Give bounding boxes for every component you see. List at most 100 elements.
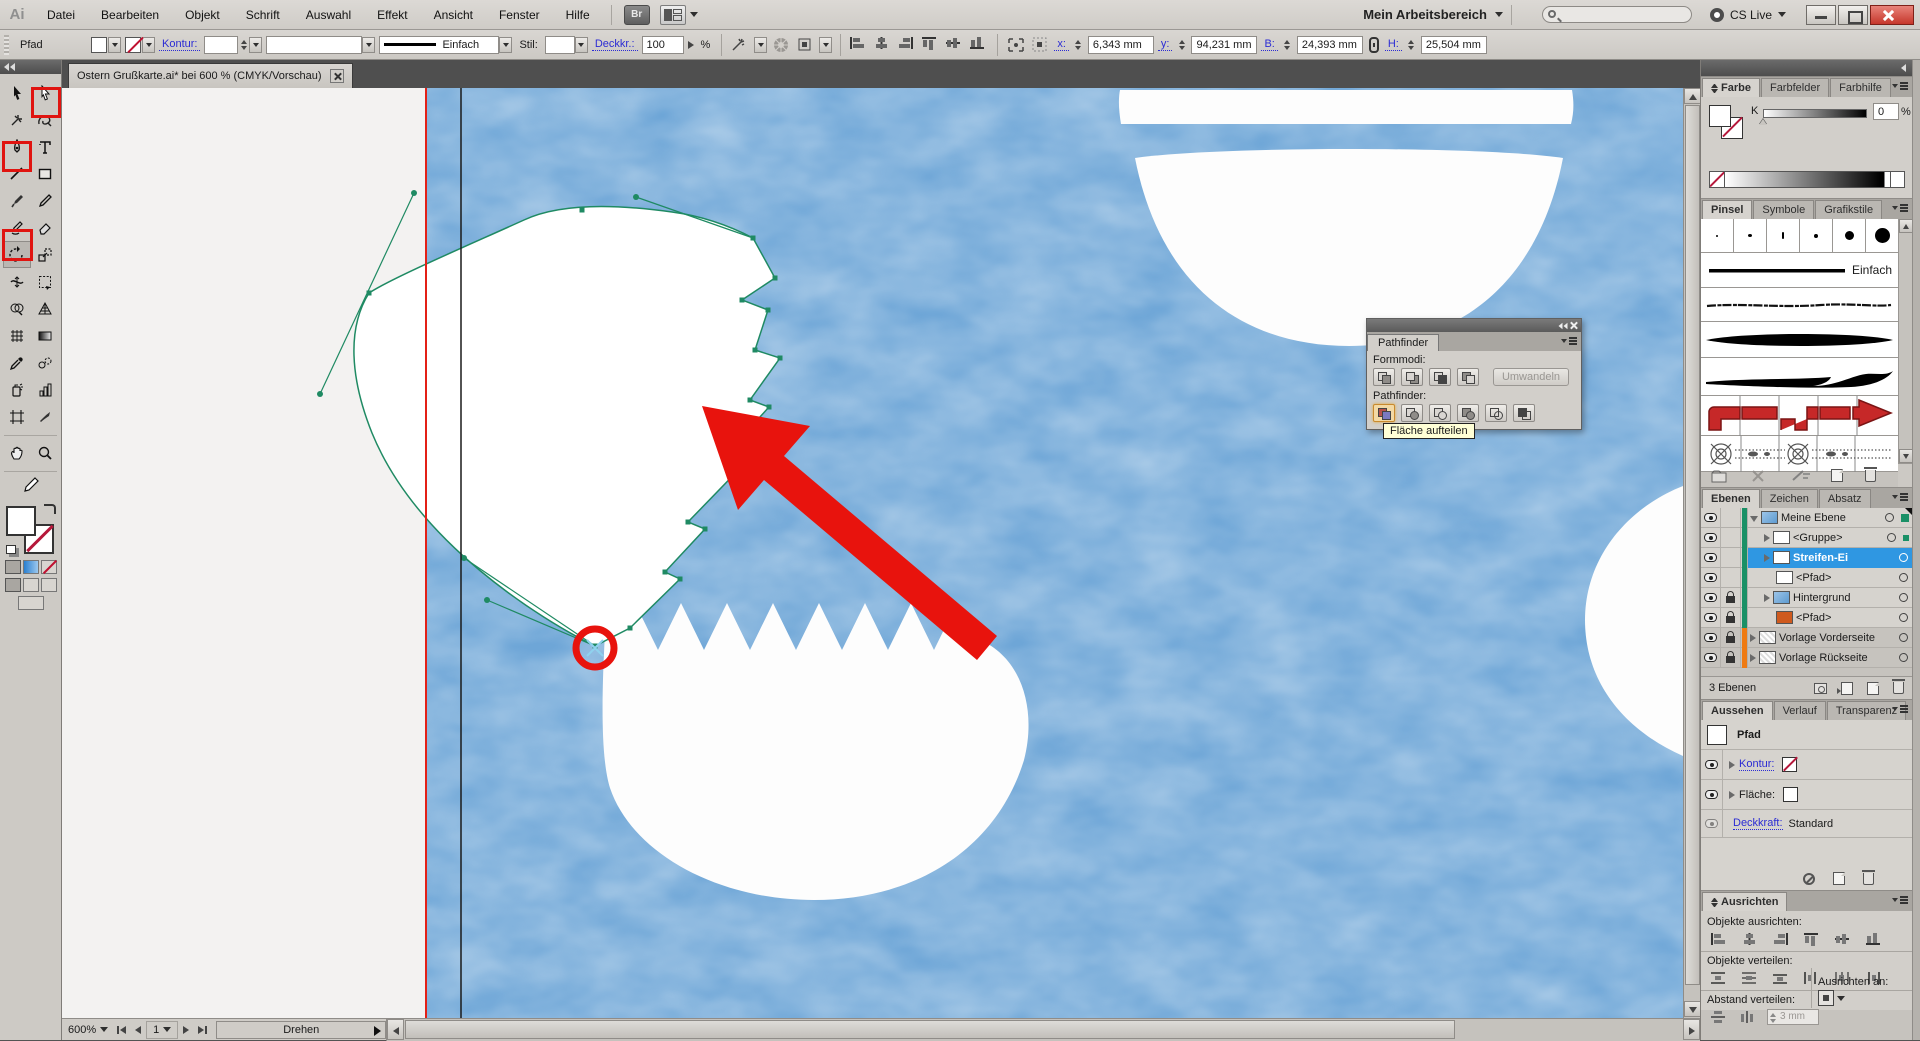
target-circle[interactable] xyxy=(1899,573,1908,582)
fill-stroke-proxy[interactable] xyxy=(1709,105,1743,139)
opacity-field[interactable]: 100 xyxy=(642,36,684,54)
fill-swatch[interactable] xyxy=(91,37,107,53)
chevron-down-icon[interactable] xyxy=(690,12,698,17)
magic-wand-tool[interactable] xyxy=(3,106,31,133)
delete-layer-icon[interactable] xyxy=(1893,682,1904,694)
charcoal-brush-row[interactable] xyxy=(1701,288,1898,322)
tab-farbe[interactable]: Farbe xyxy=(1702,78,1760,97)
stroke-weight-field[interactable] xyxy=(204,36,262,54)
free-transform-icon[interactable] xyxy=(1006,36,1026,54)
none-mode-button[interactable] xyxy=(41,560,57,574)
pathfinder-crop-button[interactable] xyxy=(1457,404,1479,422)
type-tool[interactable] xyxy=(31,133,59,160)
panel-menu-icon[interactable] xyxy=(1561,336,1577,346)
previous-artboard-button[interactable] xyxy=(130,1022,146,1038)
lock-toggle[interactable] xyxy=(1721,528,1741,548)
tab-grafikstile[interactable]: Grafikstile xyxy=(1815,200,1882,219)
expand-icon[interactable] xyxy=(1764,594,1770,602)
layer-name[interactable]: <Pfad> xyxy=(1796,612,1896,624)
align-left-button[interactable] xyxy=(1707,930,1729,947)
deckkraft-link[interactable]: Deckkraft: xyxy=(1733,817,1783,830)
align-top-button[interactable] xyxy=(921,36,941,54)
lock-toggle[interactable] xyxy=(1721,548,1741,568)
color-mode-button[interactable] xyxy=(5,560,21,574)
draw-behind-button[interactable] xyxy=(23,578,39,592)
status-display[interactable]: Drehen xyxy=(216,1021,386,1039)
menu-auswahl[interactable]: Auswahl xyxy=(293,0,364,30)
target-circle[interactable] xyxy=(1899,633,1908,642)
cs-live-menu[interactable]: CS Live xyxy=(1710,8,1786,22)
pathfinder-tab[interactable]: Pathfinder xyxy=(1367,334,1439,351)
fill-swatch[interactable] xyxy=(6,506,36,536)
align-to-dropdown[interactable] xyxy=(1818,990,1904,1006)
arrow-pattern-brush-row[interactable] xyxy=(1701,396,1898,436)
paintbrush-tool[interactable] xyxy=(3,187,31,214)
layer-thumbnail[interactable] xyxy=(1759,651,1776,664)
layer-row[interactable]: Meine Ebene xyxy=(1701,508,1912,528)
expand-icon[interactable] xyxy=(1729,761,1735,769)
kontur-link[interactable]: Kontur: xyxy=(159,38,200,51)
swap-fill-stroke-icon[interactable] xyxy=(44,504,56,514)
workspace-switcher[interactable]: Mein Arbeitsbereich xyxy=(1363,7,1503,22)
horizontal-scrollbar[interactable] xyxy=(386,1019,1700,1041)
target-circle[interactable] xyxy=(1899,593,1908,602)
k-slider[interactable] xyxy=(1763,109,1867,118)
stroke-none-swatch[interactable] xyxy=(1782,757,1797,772)
appearance-stroke-row[interactable]: Kontur: xyxy=(1701,750,1912,780)
vertical-scrollbar[interactable] xyxy=(1683,88,1700,1018)
lock-toggle[interactable] xyxy=(1721,568,1741,588)
hand-tool[interactable] xyxy=(3,439,31,466)
align-left-button[interactable] xyxy=(849,36,869,54)
align-center-h-button[interactable] xyxy=(873,36,893,54)
search-input[interactable] xyxy=(1542,6,1692,23)
panel-menu-icon[interactable] xyxy=(1892,203,1908,213)
first-artboard-button[interactable] xyxy=(114,1022,130,1038)
tab-zeichen[interactable]: Zeichen xyxy=(1761,489,1818,508)
layer-row[interactable]: <Gruppe> xyxy=(1701,528,1912,548)
distribute-bottom-button[interactable] xyxy=(1769,969,1791,986)
target-circle[interactable] xyxy=(1899,613,1908,622)
panel-menu-icon[interactable] xyxy=(1892,81,1908,91)
visibility-toggle[interactable] xyxy=(1701,548,1721,568)
minimize-button[interactable] xyxy=(1806,5,1836,25)
collapse-icon[interactable] xyxy=(1559,323,1563,329)
symbol-sprayer-tool[interactable] xyxy=(3,376,31,403)
panel-menu-icon[interactable] xyxy=(1892,704,1908,714)
visibility-toggle[interactable] xyxy=(1701,628,1721,648)
expand-icon[interactable] xyxy=(1764,534,1770,542)
target-circle[interactable] xyxy=(1899,553,1908,562)
free-transform-tool[interactable] xyxy=(31,268,59,295)
pencil-tool[interactable] xyxy=(31,187,59,214)
fill-stroke-control[interactable] xyxy=(4,504,58,556)
x-label[interactable]: x: xyxy=(1054,38,1069,51)
egg-stripe-band[interactable] xyxy=(1119,90,1573,124)
align-center-h-button[interactable] xyxy=(1738,930,1760,947)
lock-toggle[interactable] xyxy=(1721,588,1741,608)
stroke-color-dropdown[interactable] xyxy=(125,37,155,53)
width-field[interactable]: 24,393 mm xyxy=(1297,36,1363,54)
visibility-toggle[interactable] xyxy=(1701,780,1723,809)
layer-row[interactable]: Vorlage Vorderseite xyxy=(1701,628,1912,648)
tab-ebenen[interactable]: Ebenen xyxy=(1702,489,1760,508)
umwandeln-button[interactable]: Umwandeln xyxy=(1493,368,1569,386)
make-clip-mask-icon[interactable] xyxy=(1814,683,1827,694)
align-to-dropdown[interactable] xyxy=(795,36,815,54)
lock-toggle[interactable] xyxy=(1721,608,1741,628)
dock-header[interactable] xyxy=(1701,60,1912,76)
chevron-down-icon[interactable] xyxy=(754,37,767,53)
visibility-toggle[interactable] xyxy=(1701,508,1721,528)
restore-button[interactable] xyxy=(1838,5,1868,25)
duplicate-item-icon[interactable] xyxy=(1833,872,1845,885)
layer-thumbnail[interactable] xyxy=(1759,631,1776,644)
layer-row[interactable]: Hintergrund xyxy=(1701,588,1912,608)
scroll-right-button[interactable] xyxy=(1683,1019,1700,1040)
scroll-down-button[interactable] xyxy=(1899,449,1913,463)
eyedropper-tool[interactable] xyxy=(3,349,31,376)
visibility-toggle[interactable] xyxy=(1701,568,1721,588)
layer-name[interactable]: Vorlage Rückseite xyxy=(1779,652,1896,664)
canvas[interactable] xyxy=(62,88,1683,1018)
chevron-down-icon[interactable] xyxy=(362,37,375,53)
lock-toggle[interactable] xyxy=(1721,648,1741,668)
menu-fenster[interactable]: Fenster xyxy=(486,0,553,30)
perspective-grid-tool[interactable] xyxy=(31,295,59,322)
